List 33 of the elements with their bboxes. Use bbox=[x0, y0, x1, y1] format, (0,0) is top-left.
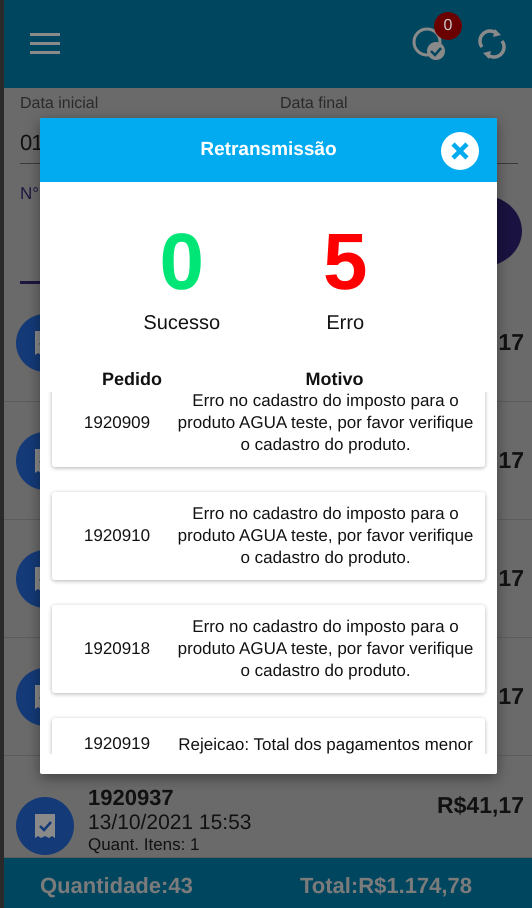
stat-count: 5 bbox=[323, 218, 368, 306]
stat-label: Sucesso bbox=[143, 312, 220, 335]
order-number: 1920910 bbox=[84, 526, 150, 546]
error-reason: Erro no cadastro do imposto para o produto AGUA teste, por favor verifique o cadastro do produto. bbox=[176, 503, 474, 569]
error-reason: Erro no cadastro do imposto para o produto AGUA teste, por favor verifique o cadastro do produto. bbox=[176, 392, 474, 456]
order-amount: 17 bbox=[498, 683, 524, 710]
quantity-total: Quantidade:43 bbox=[40, 873, 193, 899]
order-amount: R$41,17 bbox=[437, 792, 524, 819]
order-items: Quant. Itens: 1 bbox=[88, 835, 201, 855]
order-number: 1920909 bbox=[84, 413, 150, 433]
notification-badge: 0 bbox=[434, 12, 462, 40]
order-amount: 17 bbox=[498, 329, 524, 356]
field-label: Data final bbox=[280, 94, 349, 114]
column-header: Motivo bbox=[306, 369, 364, 390]
error-reason: Erro no cadastro do imposto para o produto AGUA teste, por favor verifique o cadastro do produto. bbox=[176, 616, 474, 682]
order-amount: 17 bbox=[498, 565, 524, 592]
column-header: Pedido bbox=[102, 369, 162, 390]
order-number: 1920919 bbox=[84, 734, 150, 754]
menu-icon[interactable] bbox=[30, 33, 60, 55]
stat-label: Erro bbox=[326, 312, 364, 335]
order-number: 1920918 bbox=[84, 639, 150, 659]
value-total: Total:R$1.174,78 bbox=[300, 873, 472, 899]
sync-icon[interactable] bbox=[478, 27, 506, 61]
dialog-title: Retransmissão bbox=[200, 139, 337, 161]
order-date: 13/10/2021 15:53 bbox=[88, 810, 252, 835]
close-button[interactable] bbox=[441, 132, 479, 170]
close-icon bbox=[450, 141, 470, 161]
error-reason: Rejeicao: Total dos pagamentos menor bbox=[177, 734, 474, 754]
order-number: 1920937 bbox=[88, 785, 175, 810]
order-amount: 17 bbox=[498, 447, 524, 474]
field-label: Data inicial bbox=[20, 94, 100, 114]
stat-count: 0 bbox=[160, 218, 204, 306]
number-label: N° bbox=[20, 184, 40, 204]
